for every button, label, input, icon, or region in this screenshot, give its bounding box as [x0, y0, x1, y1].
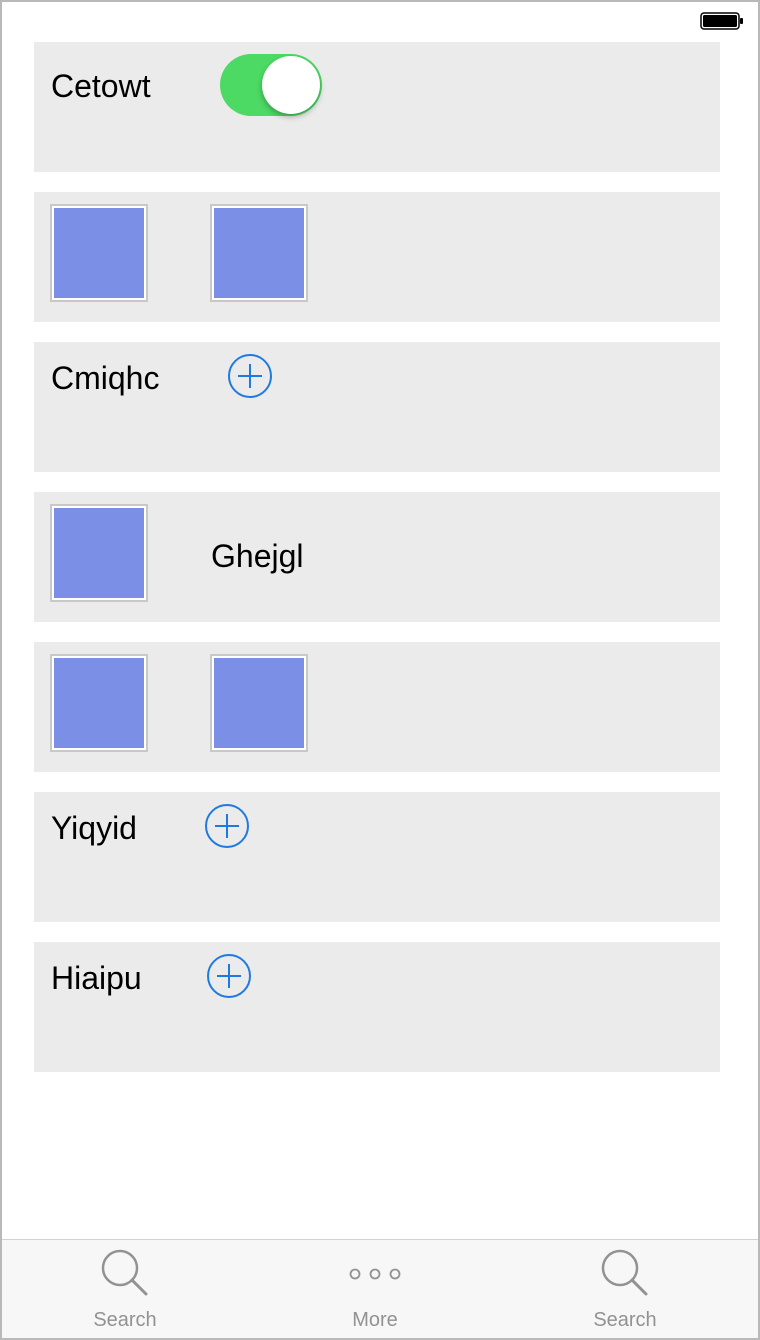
tab-bar: Search More Search	[2, 1239, 758, 1338]
add-circle-icon[interactable]	[204, 803, 250, 849]
add-circle-icon[interactable]	[206, 953, 252, 999]
settings-row-cetowt: Cetowt	[34, 42, 720, 172]
cetowt-toggle[interactable]	[220, 54, 322, 116]
search-icon	[101, 1249, 148, 1296]
row-label: Cmiqhc	[51, 360, 160, 396]
image-row	[34, 192, 720, 322]
image-thumbnail[interactable]	[210, 654, 308, 752]
tab-label: More	[352, 1309, 398, 1331]
search-icon	[601, 1249, 648, 1296]
tab-search[interactable]: Search	[50, 1240, 200, 1338]
battery-icon	[700, 12, 743, 30]
image-thumbnail[interactable]	[210, 204, 308, 302]
tab-label: Search	[593, 1309, 657, 1331]
row-label: Hiaipu	[51, 960, 142, 996]
image-label-row: Ghejgl	[34, 492, 720, 622]
settings-row-yiqyid: Yiqyid	[34, 792, 720, 922]
tab-more[interactable]: More	[300, 1240, 450, 1338]
image-thumbnail[interactable]	[50, 204, 148, 302]
image-thumbnail[interactable]	[50, 654, 148, 752]
phone-frame: Cetowt Cmiqhc Ghejgl Yiqyid Hiaipu Searc…	[0, 0, 760, 1340]
add-circle-icon[interactable]	[227, 353, 273, 399]
tab-label: Search	[93, 1309, 157, 1331]
settings-row-cmiqhc: Cmiqhc	[34, 342, 720, 472]
image-thumbnail[interactable]	[50, 504, 148, 602]
toggle-knob	[262, 56, 320, 114]
row-label: Yiqyid	[51, 810, 137, 846]
row-label: Cetowt	[51, 68, 151, 104]
tab-search[interactable]: Search	[550, 1240, 700, 1338]
more-icon	[349, 1268, 401, 1280]
image-row	[34, 642, 720, 772]
settings-row-hiaipu: Hiaipu	[34, 942, 720, 1072]
row-label: Ghejgl	[211, 538, 304, 574]
